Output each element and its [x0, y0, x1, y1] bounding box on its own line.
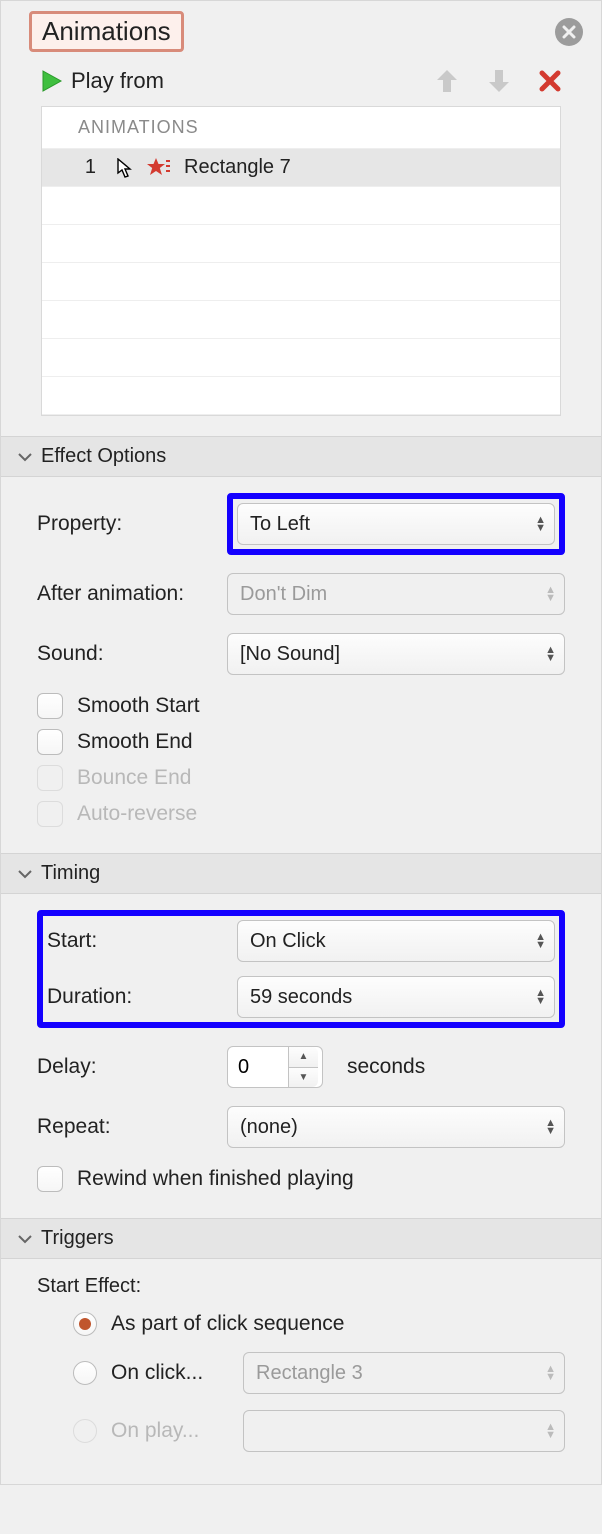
trigger-on-click-radio[interactable]: [73, 1361, 97, 1385]
animations-list[interactable]: ANIMATIONS 1 Rectangle 7: [41, 106, 561, 416]
bounce-end-label: Bounce End: [77, 766, 191, 790]
stepper-arrows-icon: ▲▼: [535, 989, 546, 1005]
repeat-select[interactable]: (none) ▲▼: [227, 1106, 565, 1148]
animation-list-empty-row: [42, 187, 560, 225]
start-value: On Click: [250, 930, 326, 953]
trigger-on-play-target-select: ▲▼: [243, 1410, 565, 1452]
trigger-on-play-label: On play...: [111, 1419, 229, 1443]
stepper-arrows-icon: ▲▼: [535, 516, 546, 532]
trigger-on-click-target-select: Rectangle 3 ▲▼: [243, 1352, 565, 1394]
trigger-on-play-radio: [73, 1419, 97, 1443]
play-from-label: Play from: [71, 68, 164, 94]
timing-title: Timing: [41, 862, 100, 885]
start-effect-label: Start Effect:: [37, 1275, 565, 1298]
duration-label: Duration:: [47, 985, 237, 1009]
timing-section-header[interactable]: Timing: [1, 853, 601, 894]
animations-list-header: ANIMATIONS: [42, 107, 560, 149]
auto-reverse-checkbox: [37, 801, 63, 827]
trigger-on-click-label: On click...: [111, 1361, 229, 1385]
animation-order: 1: [52, 156, 102, 179]
stepper-arrows-icon: ▲▼: [545, 586, 556, 602]
auto-reverse-label: Auto-reverse: [77, 802, 197, 826]
move-down-button[interactable]: [487, 68, 511, 94]
triggers-section-header[interactable]: Triggers: [1, 1218, 601, 1259]
after-animation-label: After animation:: [37, 582, 227, 606]
delay-value-field[interactable]: [228, 1056, 288, 1079]
delay-step-up[interactable]: ▲: [289, 1047, 318, 1068]
emphasis-effect-icon: [146, 157, 170, 179]
after-animation-value: Don't Dim: [240, 583, 327, 606]
duration-select[interactable]: 59 seconds ▲▼: [237, 976, 555, 1018]
property-value: To Left: [250, 513, 310, 536]
smooth-start-label: Smooth Start: [77, 694, 200, 718]
move-up-button[interactable]: [435, 68, 459, 94]
chevron-down-icon: [17, 451, 33, 463]
smooth-start-checkbox[interactable]: [37, 693, 63, 719]
repeat-label: Repeat:: [37, 1115, 227, 1139]
animation-list-empty-row: [42, 339, 560, 377]
trigger-click-sequence-radio[interactable]: [73, 1312, 97, 1336]
animation-target-label: Rectangle 7: [184, 156, 291, 179]
delete-animation-button[interactable]: [539, 70, 561, 92]
property-label: Property:: [37, 512, 227, 536]
stepper-arrows-icon: ▲▼: [545, 1365, 556, 1381]
close-panel-button[interactable]: [555, 18, 583, 46]
play-button[interactable]: [41, 69, 63, 93]
smooth-end-label: Smooth End: [77, 730, 193, 754]
smooth-end-checkbox[interactable]: [37, 729, 63, 755]
animation-list-empty-row: [42, 301, 560, 339]
effect-options-section-header[interactable]: Effect Options: [1, 436, 601, 477]
bounce-end-checkbox: [37, 765, 63, 791]
stepper-arrows-icon: ▲▼: [545, 1423, 556, 1439]
start-label: Start:: [47, 929, 237, 953]
animation-list-item[interactable]: 1 Rectangle 7: [42, 149, 560, 187]
delay-unit: seconds: [347, 1055, 425, 1079]
sound-value: [No Sound]: [240, 643, 340, 666]
panel-title: Animations: [29, 11, 184, 52]
effect-options-title: Effect Options: [41, 445, 166, 468]
duration-value: 59 seconds: [250, 986, 352, 1009]
chevron-down-icon: [17, 1233, 33, 1245]
stepper-arrows-icon: ▲▼: [545, 1119, 556, 1135]
delay-step-down[interactable]: ▼: [289, 1068, 318, 1088]
animation-list-empty-row: [42, 263, 560, 301]
panel-title-text: Animations: [42, 16, 171, 46]
rewind-label: Rewind when finished playing: [77, 1167, 354, 1191]
delay-label: Delay:: [37, 1055, 227, 1079]
start-select[interactable]: On Click ▲▼: [237, 920, 555, 962]
trigger-on-click-target-value: Rectangle 3: [256, 1362, 363, 1385]
sound-select[interactable]: [No Sound] ▲▼: [227, 633, 565, 675]
on-click-icon: [116, 158, 132, 178]
animation-list-empty-row: [42, 377, 560, 415]
stepper-arrows-icon: ▲▼: [535, 933, 546, 949]
rewind-checkbox[interactable]: [37, 1166, 63, 1192]
after-animation-select: Don't Dim ▲▼: [227, 573, 565, 615]
property-select[interactable]: To Left ▲▼: [237, 503, 555, 545]
sound-label: Sound:: [37, 642, 227, 666]
chevron-down-icon: [17, 868, 33, 880]
trigger-click-sequence-label: As part of click sequence: [111, 1312, 344, 1336]
stepper-arrows-icon: ▲▼: [545, 646, 556, 662]
delay-input[interactable]: ▲ ▼: [227, 1046, 323, 1088]
repeat-value: (none): [240, 1116, 298, 1139]
animation-list-empty-row: [42, 225, 560, 263]
triggers-title: Triggers: [41, 1227, 114, 1250]
